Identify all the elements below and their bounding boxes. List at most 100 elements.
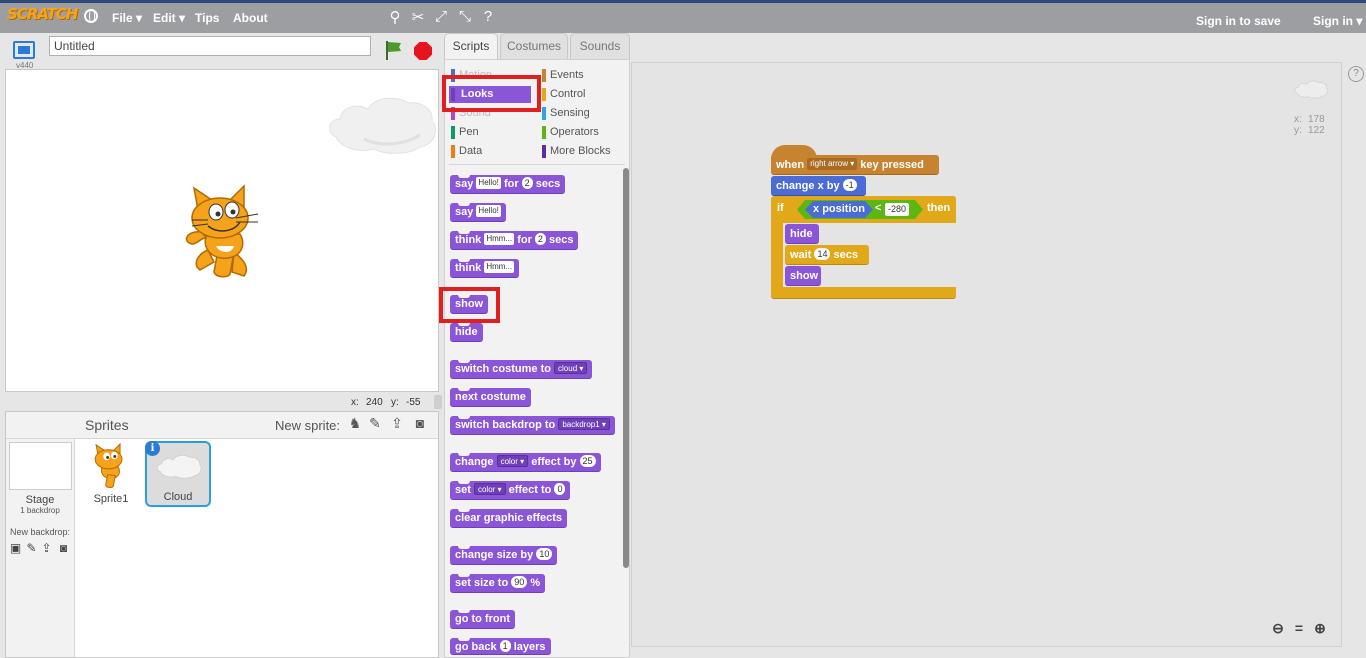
language-globe-icon[interactable]	[84, 9, 98, 23]
camera-backdrop-icon[interactable]: ◙	[56, 541, 71, 555]
backdrop-dropdown[interactable]: backdrop1 ▾	[558, 418, 610, 431]
block-keyword: %	[530, 577, 541, 589]
scratch-logo[interactable]: SCRATCH	[7, 5, 78, 29]
category-sensing[interactable]: Sensing	[542, 106, 590, 121]
cat-sprite[interactable]	[178, 184, 268, 280]
zoom-reset-icon[interactable]: =	[1290, 620, 1308, 638]
category-control[interactable]: Control	[542, 87, 585, 102]
sprite-x-label: x:	[1294, 114, 1302, 125]
new-sprite-label: New sprite:	[275, 418, 341, 433]
block-change-effect[interactable]: change color ▾ effect by 25	[450, 453, 601, 472]
category-operators[interactable]: Operators	[542, 125, 599, 140]
project-title-input[interactable]	[49, 36, 371, 56]
edit-menu[interactable]: Edit ▾	[153, 11, 185, 25]
compare-value-input[interactable]: -280	[885, 203, 910, 216]
x-position-reporter[interactable]: x position	[805, 201, 873, 218]
stage-selector[interactable]: Stage 1 backdrop New backdrop: ▣ ✎ ⇪ ◙	[6, 439, 75, 657]
effect-dropdown[interactable]: color ▾	[496, 455, 529, 468]
number-input[interactable]: 25	[579, 455, 596, 468]
collapse-stage-handle[interactable]	[434, 395, 442, 409]
script-hide[interactable]: hide	[785, 224, 819, 244]
block-keyword: set size to	[455, 577, 509, 589]
block-change-size[interactable]: change size by 10	[450, 546, 558, 565]
costume-dropdown[interactable]: cloud ▾	[554, 362, 588, 375]
choose-sprite-library-icon[interactable]: ♞	[346, 415, 364, 433]
category-data[interactable]: Data	[451, 144, 482, 159]
menu-bar: SCRATCH File ▾ Edit ▾ Tips About ⚲ ✂ ⤢ ⤡…	[0, 0, 1366, 33]
backdrop-library-icon[interactable]: ▣	[8, 541, 23, 555]
delete-cut-icon[interactable]: ✂	[409, 8, 427, 26]
block-think[interactable]: think Hmm...	[450, 259, 520, 278]
category-events[interactable]: Events	[542, 68, 584, 83]
stage-thumbnail[interactable]	[9, 442, 72, 490]
sprite-tile-cloud[interactable]: i Cloud	[145, 441, 211, 507]
block-go-to-front[interactable]: go to front	[450, 610, 515, 629]
tab-costumes[interactable]: Costumes	[500, 33, 568, 59]
zoom-out-icon[interactable]: ⊖	[1269, 620, 1287, 638]
paint-new-sprite-icon[interactable]: ✎	[366, 415, 384, 433]
effect-dropdown[interactable]: color ▾	[473, 483, 506, 496]
script-change-x-by[interactable]: change x by -1	[771, 176, 866, 196]
number-input[interactable]: 90	[511, 576, 528, 589]
number-input[interactable]: 0	[554, 483, 566, 496]
about-menu[interactable]: About	[233, 11, 268, 25]
palette-divider	[449, 164, 625, 165]
tips-menu[interactable]: Tips	[195, 11, 219, 25]
block-hide[interactable]: hide	[450, 323, 483, 342]
cloud-name: Cloud	[163, 491, 193, 503]
text-input[interactable]: Hello!	[476, 205, 501, 218]
paint-backdrop-icon[interactable]: ✎	[24, 541, 39, 555]
sign-in-menu[interactable]: Sign in ▾	[1313, 14, 1362, 28]
block-keyword: wait	[790, 249, 812, 261]
fullscreen-icon[interactable]	[13, 41, 35, 59]
block-say[interactable]: say Hello!	[450, 203, 506, 222]
help-panel-icon[interactable]: ?	[1348, 66, 1364, 82]
block-switch-costume[interactable]: switch costume to cloud ▾	[450, 360, 593, 379]
block-switch-backdrop[interactable]: switch backdrop to backdrop1 ▾	[450, 416, 615, 435]
number-input[interactable]: 1	[499, 640, 511, 653]
sign-in-to-save-link[interactable]: Sign in to save	[1196, 14, 1281, 28]
script-show[interactable]: show	[785, 266, 821, 286]
sprite-x-value: 178	[1308, 114, 1325, 125]
palette-scrollbar[interactable]	[623, 168, 629, 568]
block-clear-graphic-effects[interactable]: clear graphic effects	[450, 509, 567, 528]
file-menu[interactable]: File ▾	[112, 11, 142, 25]
number-input[interactable]: 2	[521, 177, 533, 190]
script-when-key-pressed[interactable]: when right arrow ▾ key pressed	[771, 155, 939, 175]
help-icon[interactable]: ?	[479, 8, 497, 25]
sprite-tile-sprite1[interactable]: Sprite1	[78, 441, 144, 507]
block-go-back-layers[interactable]: go back 1 layers	[450, 638, 551, 655]
grow-icon[interactable]: ⤢	[432, 8, 450, 25]
tab-scripts[interactable]: Scripts	[444, 33, 498, 60]
text-input[interactable]: Hello!	[476, 177, 501, 190]
key-dropdown[interactable]: right arrow ▾	[807, 158, 858, 171]
block-next-costume[interactable]: next costume	[450, 388, 531, 407]
shrink-icon[interactable]: ⤡	[456, 8, 474, 25]
duplicate-stamp-icon[interactable]: ⚲	[386, 8, 404, 26]
camera-sprite-icon[interactable]: ◙	[411, 415, 429, 433]
scripts-area[interactable]: x: 178 y: 122 ⊖ = ⊕	[631, 62, 1342, 647]
text-input[interactable]: Hmm...	[484, 233, 515, 246]
block-say-for-secs[interactable]: say Hello! for 2 secs	[450, 175, 566, 194]
upload-backdrop-icon[interactable]: ⇪	[39, 541, 54, 555]
highlight-show-block	[439, 287, 500, 323]
zoom-in-icon[interactable]: ⊕	[1311, 620, 1329, 638]
script-wait-secs[interactable]: wait 14 secs	[785, 245, 869, 265]
cloud-sprite[interactable]	[324, 89, 440, 159]
number-input[interactable]: 2	[534, 233, 546, 246]
block-keyword: for	[517, 234, 532, 246]
category-more-blocks[interactable]: More Blocks	[542, 144, 611, 159]
text-input[interactable]: Hmm...	[484, 261, 515, 274]
tab-sounds[interactable]: Sounds	[570, 33, 630, 59]
category-pen[interactable]: Pen	[451, 125, 479, 140]
number-input[interactable]: -1	[842, 179, 857, 192]
block-set-effect[interactable]: set color ▾ effect to 0	[450, 481, 571, 500]
number-input[interactable]: 10	[536, 548, 553, 561]
number-input[interactable]: 14	[814, 248, 831, 261]
block-set-size[interactable]: set size to 90 %	[450, 574, 546, 593]
stage-canvas[interactable]	[5, 69, 439, 392]
upload-sprite-icon[interactable]: ⇪	[388, 415, 406, 433]
stop-sign-icon[interactable]	[414, 42, 432, 60]
green-flag-icon[interactable]	[384, 40, 402, 60]
block-think-for-secs[interactable]: think Hmm... for 2 secs	[450, 231, 579, 250]
